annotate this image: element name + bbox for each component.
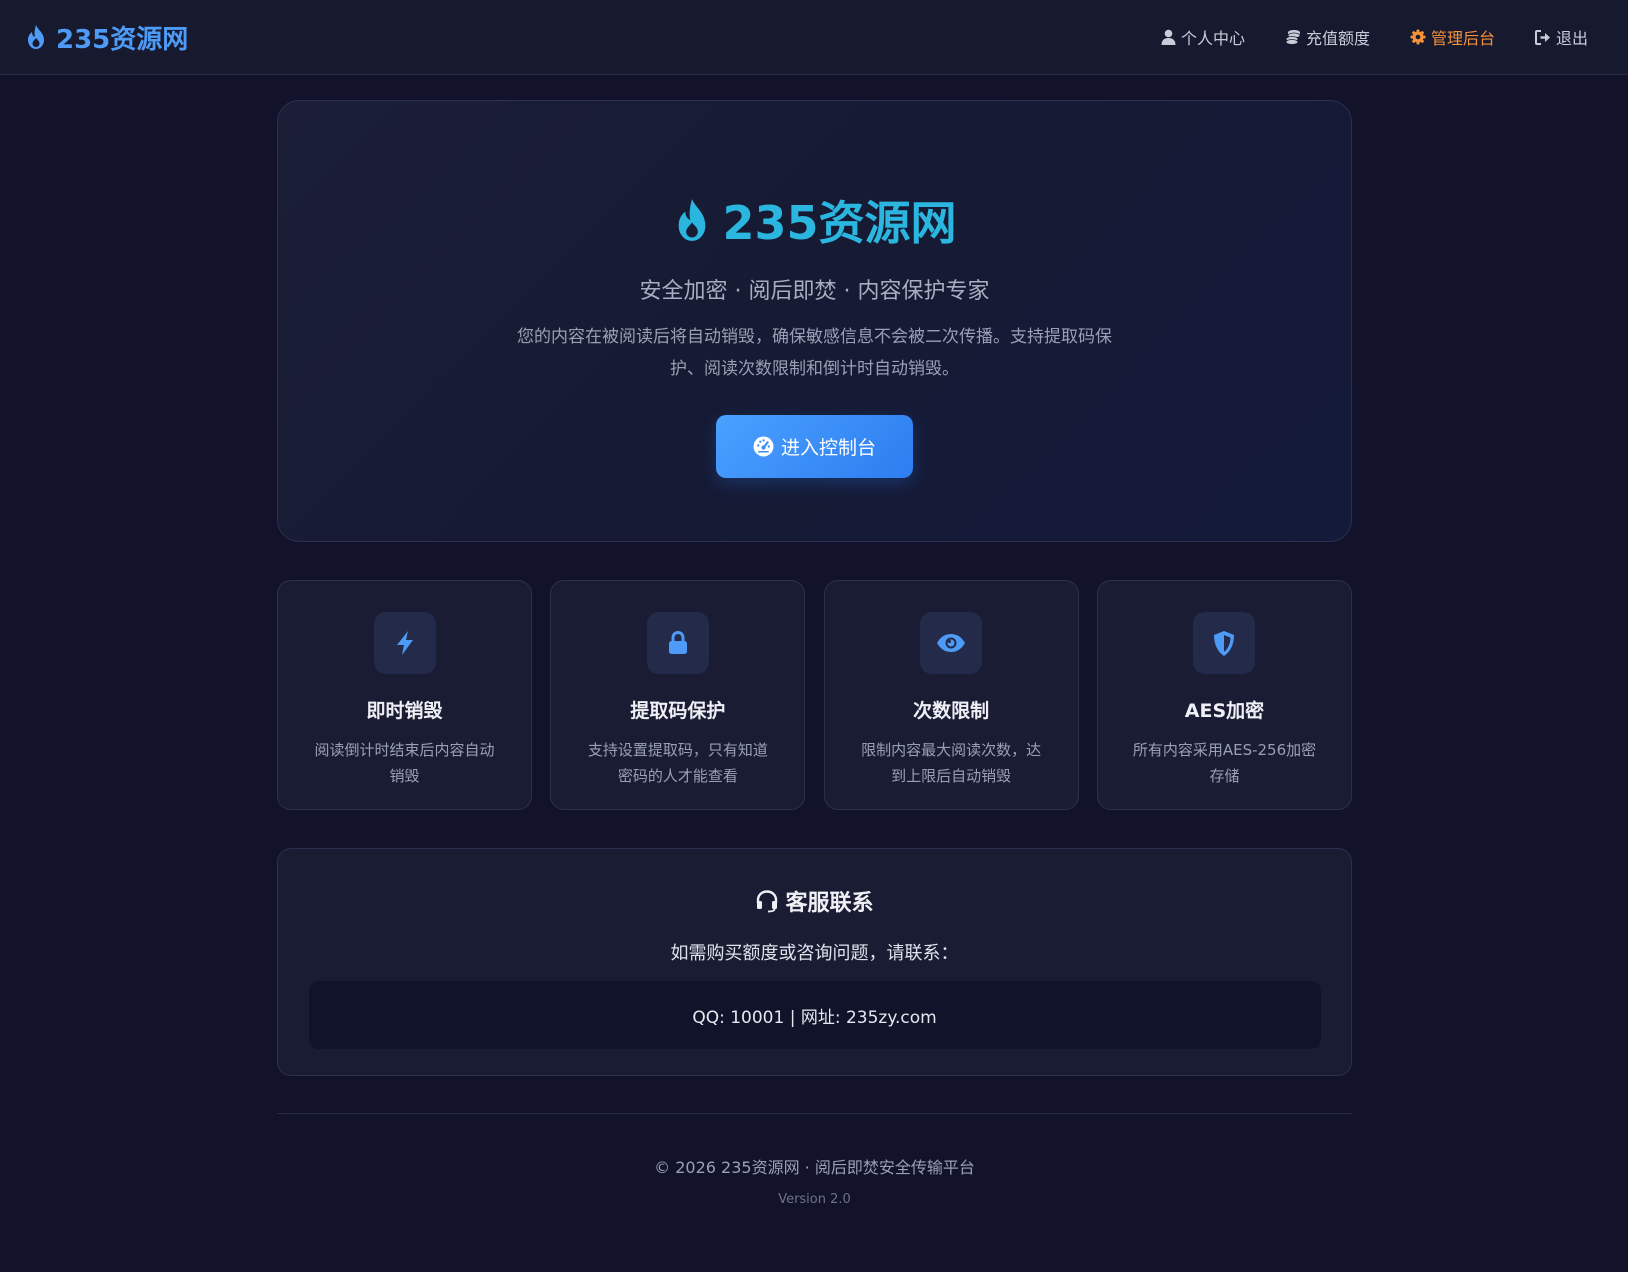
- feature-desc: 所有内容采用AES-256加密存储: [1132, 741, 1317, 785]
- bolt-icon: [396, 631, 413, 655]
- footer: © 2026 235资源网 · 阅后即焚安全传输平台 Version 2.0: [277, 1154, 1352, 1207]
- support-title: 客服联系: [755, 885, 874, 917]
- contact-box: QQ: 10001 | 网址: 235zy.com: [308, 981, 1321, 1049]
- user-icon: [1161, 29, 1176, 45]
- nav-admin-label: 管理后台: [1430, 29, 1495, 48]
- top-navbar: 235资源网 个人中心 充值额度 管理后台 退出: [0, 0, 1628, 75]
- feature-desc: 支持设置提取码，只有知道密码的人才能查看: [587, 741, 768, 785]
- feature-icon-box: [1193, 612, 1256, 674]
- feature-title: AES加密: [1184, 700, 1265, 722]
- feature-title: 次数限制: [913, 700, 990, 722]
- dashboard-icon: [753, 436, 774, 457]
- hero-description: 您的内容在被阅读后将自动销毁，确保敏感信息不会被二次传播。支持提取码保护、阅读次…: [517, 327, 1112, 379]
- contact-info: QQ: 10001 | 网址: 235zy.com: [692, 1007, 937, 1028]
- headset-icon: [757, 890, 778, 913]
- nav-recharge[interactable]: 充值额度: [1285, 25, 1370, 49]
- hero-subtitle: 安全加密 · 阅后即焚 · 内容保护专家: [639, 279, 990, 304]
- flame-icon: [679, 199, 706, 241]
- copyright-text: © 2026 235资源网 · 阅后即焚安全传输平台: [654, 1158, 975, 1177]
- flame-icon: [28, 25, 44, 49]
- hero-section: 235资源网 安全加密 · 阅后即焚 · 内容保护专家 您的内容在被阅读后将自动…: [277, 100, 1352, 542]
- nav-profile-label: 个人中心: [1180, 29, 1245, 48]
- features-row: 即时销毁 阅读倒计时结束后内容自动销毁 提取码保护 支持设置提取码，只有知道密码…: [277, 580, 1352, 810]
- feature-icon-box: [373, 612, 436, 674]
- feature-card-aes: AES加密 所有内容采用AES-256加密存储: [1096, 580, 1352, 810]
- nav-recharge-label: 充值额度: [1305, 29, 1370, 48]
- eye-icon: [937, 634, 966, 652]
- gear-icon: [1410, 29, 1426, 45]
- nav-logout[interactable]: 退出: [1534, 25, 1588, 49]
- support-title-text: 客服联系: [785, 891, 874, 916]
- feature-icon-box: [646, 612, 709, 674]
- shield-icon: [1214, 630, 1235, 656]
- feature-card-code-protect: 提取码保护 支持设置提取码，只有知道密码的人才能查看: [550, 580, 806, 810]
- feature-card-instant-destroy: 即时销毁 阅读倒计时结束后内容自动销毁: [277, 580, 532, 810]
- logout-icon: [1534, 29, 1550, 45]
- nav-links: 个人中心 充值额度 管理后台 退出: [1121, 0, 1604, 74]
- feature-icon-box: [920, 612, 983, 674]
- main-content: 235资源网 安全加密 · 阅后即焚 · 内容保护专家 您的内容在被阅读后将自动…: [277, 100, 1352, 1207]
- enter-console-button[interactable]: 进入控制台: [716, 415, 913, 478]
- hero-title: 235资源网: [672, 187, 957, 253]
- feature-card-read-limit: 次数限制 限制内容最大阅读次数，达到上限后自动销毁: [823, 580, 1079, 810]
- enter-console-label: 进入控制台: [780, 437, 876, 459]
- nav-profile[interactable]: 个人中心: [1161, 25, 1245, 49]
- feature-title: 提取码保护: [630, 700, 726, 722]
- lock-icon: [668, 630, 687, 654]
- feature-desc: 限制内容最大阅读次数，达到上限后自动销毁: [861, 741, 1042, 785]
- brand-logo[interactable]: 235资源网: [24, 19, 188, 56]
- version-text: Version 2.0: [778, 1192, 851, 1207]
- hero-title-text: 235资源网: [722, 196, 957, 250]
- feature-title: 即时销毁: [366, 700, 443, 722]
- footer-divider: [277, 1113, 1352, 1114]
- nav-admin[interactable]: 管理后台: [1410, 25, 1495, 49]
- feature-desc: 阅读倒计时结束后内容自动销毁: [314, 741, 495, 785]
- support-text: 如需购买额度或咨询问题，请联系：: [670, 943, 959, 964]
- brand-name: 235资源网: [56, 24, 189, 55]
- support-section: 客服联系 如需购买额度或咨询问题，请联系： QQ: 10001 | 网址: 23…: [277, 848, 1352, 1076]
- nav-logout-label: 退出: [1555, 29, 1588, 48]
- coins-icon: [1285, 30, 1301, 45]
